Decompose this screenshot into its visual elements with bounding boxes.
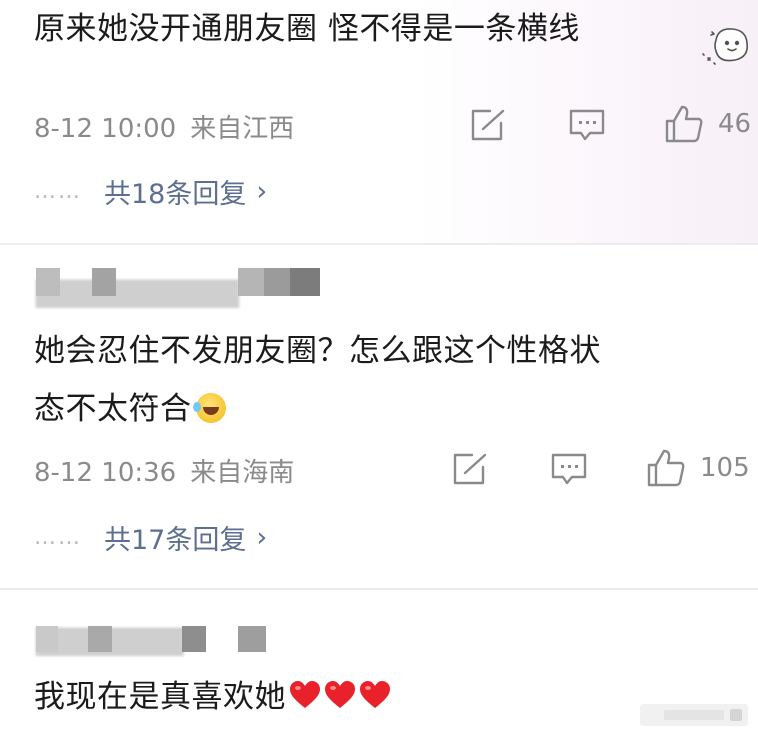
like-button[interactable]: 105 [646, 448, 750, 488]
reply-dots: …… [34, 525, 82, 550]
comment-meta: 8-12 10:00 来自江西 [34, 108, 294, 145]
comment-card-2: ███████████ 她会忍住不发朋友圈？怎么跟这个性格状 态不太符合 8-1… [0, 244, 758, 588]
comment-button[interactable] [550, 452, 588, 486]
replies-count-label: 共17条回复 [104, 525, 247, 556]
comment-meta: 8-12 10:36 来自海南 [34, 452, 294, 489]
comment-text: 原来她没开通朋友圈 怪不得是一条横线 [34, 11, 580, 47]
comment-icon [569, 109, 605, 141]
comment-icon [551, 453, 587, 485]
replies-count-label: 共18条回复 [104, 179, 247, 210]
comment-location: 来自海南 [190, 458, 295, 488]
like-button[interactable]: 46 [664, 104, 751, 144]
chevron-right-icon: › [256, 522, 268, 553]
cute-sticker-icon [702, 28, 749, 65]
replies-link[interactable]: …… 共17条回复 › [34, 518, 267, 557]
comment-date: 8-12 10:36 [34, 458, 177, 488]
comment-text-line-2-text: 态不太符合 [34, 391, 192, 427]
share-icon [471, 109, 505, 141]
like-count: 46 [718, 109, 752, 139]
comment-location: 来自江西 [190, 114, 295, 144]
comment-card-3: ████████ 我现在是真喜欢她 [0, 588, 758, 734]
reply-dots: …… [34, 179, 82, 204]
red-heart-icon [290, 680, 320, 708]
comment-text-line-1: 她会忍住不发朋友圈？怎么跟这个性格状 [34, 333, 601, 369]
replies-link[interactable]: …… 共18条回复 › [34, 172, 267, 211]
watermark-text-placeholder [664, 710, 724, 720]
thumbs-up-icon [647, 449, 685, 487]
comment-text-line-2: 态不太符合 [34, 380, 601, 438]
chevron-right-icon: › [256, 176, 268, 207]
red-heart-icon [325, 680, 355, 708]
comment-card-1: 原来她没开通朋友圈 怪不得是一条横线 8-12 10:00 来自江西 46 ……… [0, 0, 758, 244]
like-count: 105 [700, 453, 750, 483]
red-heart-icon [360, 680, 390, 708]
laughing-crying-emoji-icon [192, 392, 226, 423]
comment-date: 8-12 10:00 [34, 114, 177, 144]
comment-text: 我现在是真喜欢她 [34, 668, 391, 726]
share-button[interactable] [470, 108, 506, 142]
blurred-username [36, 268, 320, 296]
share-button[interactable] [452, 452, 488, 486]
comment-text-content: 我现在是真喜欢她 [34, 679, 286, 715]
comment-text: 她会忍住不发朋友圈？怎么跟这个性格状 态不太符合 [34, 322, 601, 438]
blurred-username [36, 626, 266, 652]
thumbs-up-icon [665, 105, 703, 143]
comment-button[interactable] [568, 108, 606, 142]
share-icon [453, 453, 487, 485]
watermark-dot [730, 709, 742, 721]
